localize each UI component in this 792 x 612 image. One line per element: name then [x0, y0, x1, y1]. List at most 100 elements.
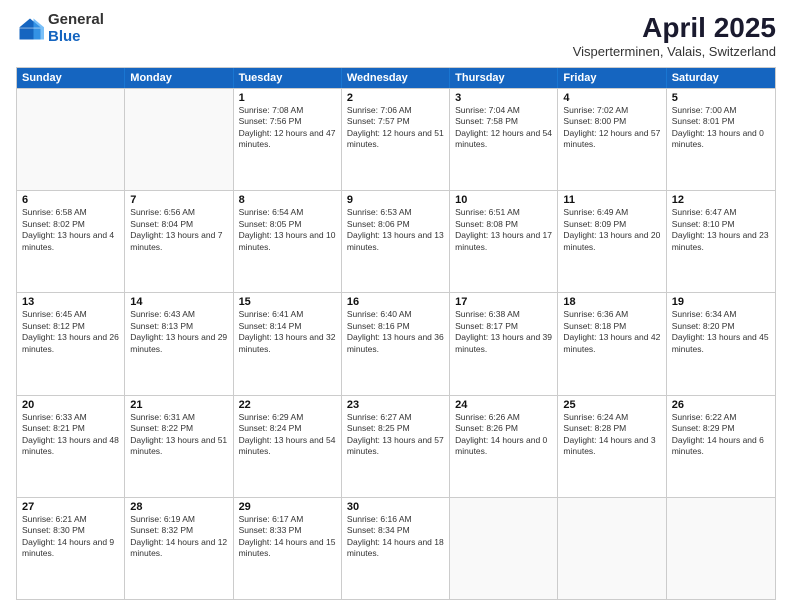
cal-cell-day-29: 29Sunrise: 6:17 AMSunset: 8:33 PMDayligh… — [234, 498, 342, 599]
cal-cell-day-30: 30Sunrise: 6:16 AMSunset: 8:34 PMDayligh… — [342, 498, 450, 599]
day-info: Sunrise: 7:08 AMSunset: 7:56 PMDaylight:… — [239, 105, 336, 151]
day-number: 22 — [239, 399, 336, 411]
day-info: Sunrise: 7:04 AMSunset: 7:58 PMDaylight:… — [455, 105, 552, 151]
day-number: 23 — [347, 399, 444, 411]
cal-cell-day-3: 3Sunrise: 7:04 AMSunset: 7:58 PMDaylight… — [450, 89, 558, 190]
cal-cell-day-6: 6Sunrise: 6:58 AMSunset: 8:02 PMDaylight… — [17, 191, 125, 292]
cal-cell-day-26: 26Sunrise: 6:22 AMSunset: 8:29 PMDayligh… — [667, 396, 775, 497]
day-info: Sunrise: 6:27 AMSunset: 8:25 PMDaylight:… — [347, 412, 444, 458]
cal-cell-empty — [17, 89, 125, 190]
day-number: 20 — [22, 399, 119, 411]
day-info: Sunrise: 6:16 AMSunset: 8:34 PMDaylight:… — [347, 514, 444, 560]
day-info: Sunrise: 6:45 AMSunset: 8:12 PMDaylight:… — [22, 309, 119, 355]
cal-cell-empty — [450, 498, 558, 599]
day-info: Sunrise: 6:47 AMSunset: 8:10 PMDaylight:… — [672, 207, 770, 253]
cal-header-thursday: Thursday — [450, 68, 558, 88]
cal-cell-day-21: 21Sunrise: 6:31 AMSunset: 8:22 PMDayligh… — [125, 396, 233, 497]
day-info: Sunrise: 6:49 AMSunset: 8:09 PMDaylight:… — [563, 207, 660, 253]
day-number: 18 — [563, 296, 660, 308]
day-info: Sunrise: 6:33 AMSunset: 8:21 PMDaylight:… — [22, 412, 119, 458]
day-info: Sunrise: 6:51 AMSunset: 8:08 PMDaylight:… — [455, 207, 552, 253]
cal-row-2: 6Sunrise: 6:58 AMSunset: 8:02 PMDaylight… — [17, 190, 775, 292]
day-number: 8 — [239, 194, 336, 206]
day-number: 27 — [22, 501, 119, 513]
day-info: Sunrise: 7:02 AMSunset: 8:00 PMDaylight:… — [563, 105, 660, 151]
day-number: 25 — [563, 399, 660, 411]
cal-cell-day-15: 15Sunrise: 6:41 AMSunset: 8:14 PMDayligh… — [234, 293, 342, 394]
day-info: Sunrise: 7:00 AMSunset: 8:01 PMDaylight:… — [672, 105, 770, 151]
header: General Blue April 2025 Visperterminen, … — [16, 12, 776, 59]
cal-header-wednesday: Wednesday — [342, 68, 450, 88]
day-number: 10 — [455, 194, 552, 206]
cal-cell-day-23: 23Sunrise: 6:27 AMSunset: 8:25 PMDayligh… — [342, 396, 450, 497]
day-number: 30 — [347, 501, 444, 513]
day-info: Sunrise: 6:26 AMSunset: 8:26 PMDaylight:… — [455, 412, 552, 458]
cal-cell-day-4: 4Sunrise: 7:02 AMSunset: 8:00 PMDaylight… — [558, 89, 666, 190]
cal-header-friday: Friday — [558, 68, 666, 88]
day-info: Sunrise: 6:41 AMSunset: 8:14 PMDaylight:… — [239, 309, 336, 355]
day-number: 9 — [347, 194, 444, 206]
day-number: 29 — [239, 501, 336, 513]
cal-cell-empty — [667, 498, 775, 599]
logo-icon — [16, 15, 44, 43]
day-info: Sunrise: 6:29 AMSunset: 8:24 PMDaylight:… — [239, 412, 336, 458]
day-number: 15 — [239, 296, 336, 308]
day-info: Sunrise: 6:21 AMSunset: 8:30 PMDaylight:… — [22, 514, 119, 560]
day-number: 2 — [347, 92, 444, 104]
cal-cell-day-7: 7Sunrise: 6:56 AMSunset: 8:04 PMDaylight… — [125, 191, 233, 292]
day-number: 21 — [130, 399, 227, 411]
day-number: 11 — [563, 194, 660, 206]
day-number: 3 — [455, 92, 552, 104]
main-title: April 2025 — [573, 12, 776, 44]
cal-cell-day-1: 1Sunrise: 7:08 AMSunset: 7:56 PMDaylight… — [234, 89, 342, 190]
day-number: 5 — [672, 92, 770, 104]
cal-header-tuesday: Tuesday — [234, 68, 342, 88]
cal-cell-day-28: 28Sunrise: 6:19 AMSunset: 8:32 PMDayligh… — [125, 498, 233, 599]
day-number: 28 — [130, 501, 227, 513]
cal-row-4: 20Sunrise: 6:33 AMSunset: 8:21 PMDayligh… — [17, 395, 775, 497]
cal-cell-day-13: 13Sunrise: 6:45 AMSunset: 8:12 PMDayligh… — [17, 293, 125, 394]
cal-cell-day-5: 5Sunrise: 7:00 AMSunset: 8:01 PMDaylight… — [667, 89, 775, 190]
cal-cell-day-9: 9Sunrise: 6:53 AMSunset: 8:06 PMDaylight… — [342, 191, 450, 292]
day-info: Sunrise: 6:31 AMSunset: 8:22 PMDaylight:… — [130, 412, 227, 458]
cal-row-1: 1Sunrise: 7:08 AMSunset: 7:56 PMDaylight… — [17, 88, 775, 190]
day-number: 6 — [22, 194, 119, 206]
page: General Blue April 2025 Visperterminen, … — [0, 0, 792, 612]
day-number: 1 — [239, 92, 336, 104]
logo: General Blue — [16, 12, 104, 45]
day-info: Sunrise: 6:34 AMSunset: 8:20 PMDaylight:… — [672, 309, 770, 355]
day-info: Sunrise: 6:58 AMSunset: 8:02 PMDaylight:… — [22, 207, 119, 253]
calendar-header: SundayMondayTuesdayWednesdayThursdayFrid… — [17, 68, 775, 88]
cal-cell-day-27: 27Sunrise: 6:21 AMSunset: 8:30 PMDayligh… — [17, 498, 125, 599]
cal-cell-day-19: 19Sunrise: 6:34 AMSunset: 8:20 PMDayligh… — [667, 293, 775, 394]
day-info: Sunrise: 6:17 AMSunset: 8:33 PMDaylight:… — [239, 514, 336, 560]
day-number: 17 — [455, 296, 552, 308]
logo-text: General Blue — [48, 12, 104, 45]
day-info: Sunrise: 6:19 AMSunset: 8:32 PMDaylight:… — [130, 514, 227, 560]
day-info: Sunrise: 6:22 AMSunset: 8:29 PMDaylight:… — [672, 412, 770, 458]
cal-cell-empty — [558, 498, 666, 599]
calendar-body: 1Sunrise: 7:08 AMSunset: 7:56 PMDaylight… — [17, 88, 775, 599]
cal-cell-day-25: 25Sunrise: 6:24 AMSunset: 8:28 PMDayligh… — [558, 396, 666, 497]
cal-cell-empty — [125, 89, 233, 190]
cal-header-monday: Monday — [125, 68, 233, 88]
logo-blue: Blue — [48, 28, 81, 45]
day-info: Sunrise: 6:54 AMSunset: 8:05 PMDaylight:… — [239, 207, 336, 253]
cal-cell-day-2: 2Sunrise: 7:06 AMSunset: 7:57 PMDaylight… — [342, 89, 450, 190]
subtitle: Visperterminen, Valais, Switzerland — [573, 44, 776, 59]
cal-header-sunday: Sunday — [17, 68, 125, 88]
day-info: Sunrise: 6:36 AMSunset: 8:18 PMDaylight:… — [563, 309, 660, 355]
day-number: 19 — [672, 296, 770, 308]
title-block: April 2025 Visperterminen, Valais, Switz… — [573, 12, 776, 59]
cal-row-3: 13Sunrise: 6:45 AMSunset: 8:12 PMDayligh… — [17, 292, 775, 394]
day-number: 26 — [672, 399, 770, 411]
cal-cell-day-22: 22Sunrise: 6:29 AMSunset: 8:24 PMDayligh… — [234, 396, 342, 497]
cal-cell-day-14: 14Sunrise: 6:43 AMSunset: 8:13 PMDayligh… — [125, 293, 233, 394]
day-number: 14 — [130, 296, 227, 308]
day-info: Sunrise: 7:06 AMSunset: 7:57 PMDaylight:… — [347, 105, 444, 151]
day-number: 7 — [130, 194, 227, 206]
cal-header-saturday: Saturday — [667, 68, 775, 88]
cal-row-5: 27Sunrise: 6:21 AMSunset: 8:30 PMDayligh… — [17, 497, 775, 599]
cal-cell-day-20: 20Sunrise: 6:33 AMSunset: 8:21 PMDayligh… — [17, 396, 125, 497]
day-info: Sunrise: 6:56 AMSunset: 8:04 PMDaylight:… — [130, 207, 227, 253]
